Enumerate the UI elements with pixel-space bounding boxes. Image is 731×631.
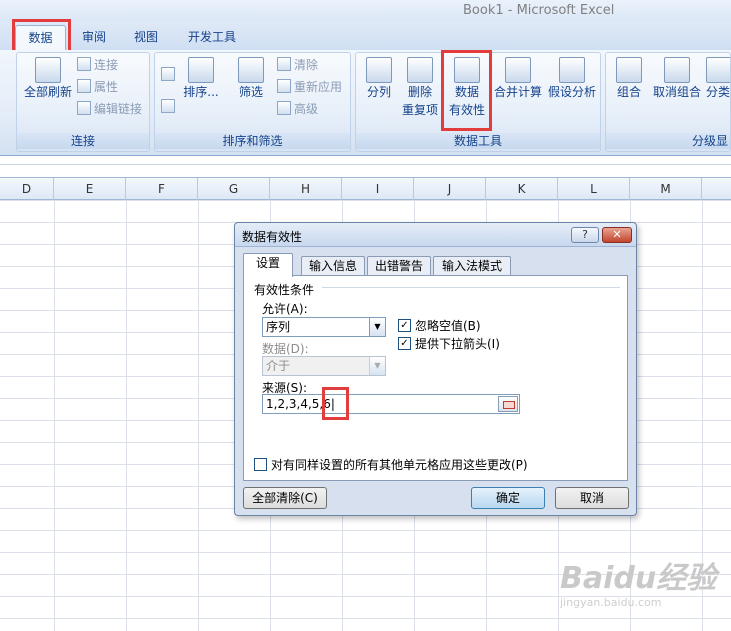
dropdown-arrow-checkbox[interactable]: ✓ bbox=[398, 337, 411, 350]
dropdown-arrow-label: 提供下拉箭头(I) bbox=[415, 337, 500, 351]
advanced-button[interactable]: 高级 bbox=[277, 99, 318, 119]
tab-settings[interactable]: 设置 bbox=[243, 253, 293, 277]
baidu-watermark-logo: Baidu经验 bbox=[560, 561, 717, 596]
column-header-k[interactable]: K bbox=[486, 178, 558, 200]
refresh-icon bbox=[35, 57, 61, 83]
ignore-blank-checkbox[interactable]: ✓ bbox=[398, 319, 411, 332]
column-headers: D E F G H I J K L M bbox=[0, 178, 731, 200]
ribbon: 全部刷新 连接 属性 编辑链接 连接 排序... 筛选 清除 重新应用 高级 排… bbox=[0, 50, 731, 156]
consolidate-icon bbox=[505, 57, 531, 83]
properties-button[interactable]: 属性 bbox=[77, 77, 118, 97]
advanced-filter-icon bbox=[277, 101, 291, 115]
reapply-button[interactable]: 重新应用 bbox=[277, 77, 342, 97]
tab-review[interactable]: 审阅 bbox=[72, 25, 116, 50]
group-connections: 全部刷新 连接 属性 编辑链接 连接 bbox=[16, 52, 150, 152]
column-header-l[interactable]: L bbox=[558, 178, 630, 200]
column-header-h[interactable]: H bbox=[270, 178, 342, 200]
group-button[interactable]: 组合 bbox=[612, 57, 646, 101]
clear-button[interactable]: 清除 bbox=[277, 55, 318, 75]
help-button[interactable]: ? bbox=[571, 227, 599, 243]
validation-criteria-heading: 有效性条件 bbox=[254, 283, 315, 297]
text-to-columns-icon bbox=[366, 57, 392, 83]
ok-button[interactable]: 确定 bbox=[471, 487, 545, 509]
reapply-icon bbox=[277, 79, 291, 93]
apply-all-checkbox[interactable] bbox=[254, 458, 267, 471]
sort-ascending-button[interactable] bbox=[161, 65, 178, 85]
cancel-button[interactable]: 取消 bbox=[555, 487, 629, 509]
tab-error-alert[interactable]: 出错警告 bbox=[367, 256, 431, 276]
collapse-dialog-icon[interactable] bbox=[498, 396, 518, 412]
tab-ime-mode[interactable]: 输入法模式 bbox=[433, 256, 511, 276]
dialog-title-bar: 数据有效性 ? ✕ bbox=[235, 223, 636, 247]
tab-developer[interactable]: 开发工具 bbox=[178, 25, 246, 50]
data-validation-icon bbox=[454, 57, 480, 83]
clear-filter-icon bbox=[277, 57, 291, 71]
column-header-g[interactable]: G bbox=[198, 178, 270, 200]
sort-button[interactable]: 排序... bbox=[183, 57, 219, 101]
chevron-down-icon[interactable]: ▼ bbox=[369, 318, 385, 336]
column-header-e[interactable]: E bbox=[54, 178, 126, 200]
chevron-down-icon-disabled: ▼ bbox=[369, 357, 385, 375]
group-label-data-tools: 数据工具 bbox=[356, 133, 600, 149]
close-button[interactable]: ✕ bbox=[602, 227, 632, 243]
sort-descending-button[interactable] bbox=[161, 97, 178, 117]
data-label: 数据(D): bbox=[262, 342, 309, 356]
column-header-i[interactable]: I bbox=[342, 178, 414, 200]
source-input[interactable]: 1,2,3,4,5,6| bbox=[262, 394, 520, 414]
allow-label: 允许(A): bbox=[262, 302, 308, 316]
connections-icon bbox=[77, 57, 91, 71]
filter-button[interactable]: 筛选 bbox=[231, 57, 271, 101]
group-sort-filter: 排序... 筛选 清除 重新应用 高级 排序和筛选 bbox=[154, 52, 351, 152]
properties-icon bbox=[77, 79, 91, 93]
ungroup-button[interactable]: 取消组合 bbox=[650, 57, 704, 101]
window-title: Book1 - Microsoft Excel bbox=[463, 3, 615, 18]
subtotal-button[interactable]: 分类 bbox=[706, 57, 730, 101]
tab-data[interactable]: 数据 bbox=[15, 25, 66, 50]
ungroup-icon bbox=[664, 57, 690, 83]
data-validation-dialog: 数据有效性 ? ✕ 设置 输入信息 出错警告 输入法模式 有效性条件 允许(A)… bbox=[234, 222, 637, 516]
clear-all-button[interactable]: 全部清除(C) bbox=[243, 487, 327, 509]
group-outline: 组合 取消组合 分类 分级显 bbox=[605, 52, 731, 152]
consolidate-button[interactable]: 合并计算 bbox=[492, 57, 544, 101]
data-validation-button[interactable]: 数据 有效性 bbox=[444, 57, 490, 119]
baidu-watermark-url: jingyan.baidu.com bbox=[560, 596, 662, 609]
what-if-analysis-button[interactable]: 假设分析 bbox=[544, 57, 600, 101]
refresh-all-label: 全部刷新 bbox=[23, 85, 72, 99]
remove-duplicates-icon bbox=[407, 57, 433, 83]
data-operator-select: 介于 ▼ bbox=[262, 356, 386, 376]
column-header-j[interactable]: J bbox=[414, 178, 486, 200]
settings-panel: 有效性条件 允许(A): 序列 ▼ ✓ 忽略空值(B) ✓ 提供下拉箭头(I) … bbox=[243, 275, 628, 481]
apply-all-label: 对有同样设置的所有其他单元格应用这些更改(P) bbox=[271, 458, 528, 472]
column-header-f[interactable]: F bbox=[126, 178, 198, 200]
edit-links-button[interactable]: 编辑链接 bbox=[77, 99, 142, 119]
sort-ascending-icon bbox=[161, 67, 175, 81]
group-label-outline: 分级显 bbox=[606, 133, 730, 149]
sort-icon bbox=[188, 57, 214, 83]
tab-input-message[interactable]: 输入信息 bbox=[301, 256, 365, 276]
group-icon bbox=[616, 57, 642, 83]
refresh-all-button[interactable]: 全部刷新 bbox=[21, 57, 75, 101]
column-header-m[interactable]: M bbox=[630, 178, 702, 200]
connections-button[interactable]: 连接 bbox=[77, 55, 118, 75]
subtotal-icon bbox=[706, 57, 730, 83]
what-if-icon bbox=[559, 57, 585, 83]
tab-view[interactable]: 视图 bbox=[124, 25, 168, 50]
title-bar: Book1 - Microsoft Excel bbox=[0, 0, 731, 22]
group-data-tools: 分列 删除 重复项 数据 有效性 合并计算 假设分析 数据工具 bbox=[355, 52, 601, 152]
filter-funnel-icon bbox=[238, 57, 264, 83]
group-label-connections: 连接 bbox=[17, 133, 149, 149]
column-header-d[interactable]: D bbox=[0, 178, 54, 200]
ignore-blank-label: 忽略空值(B) bbox=[415, 319, 481, 333]
text-to-columns-button[interactable]: 分列 bbox=[360, 57, 398, 101]
edit-links-icon bbox=[77, 101, 91, 115]
formula-bar-area bbox=[0, 156, 731, 178]
ribbon-tabs: 数据 审阅 视图 开发工具 bbox=[0, 22, 731, 50]
allow-select[interactable]: 序列 ▼ bbox=[262, 317, 386, 337]
sort-descending-icon bbox=[161, 99, 175, 113]
remove-duplicates-button[interactable]: 删除 重复项 bbox=[400, 57, 440, 119]
group-label-sort-filter: 排序和筛选 bbox=[155, 133, 350, 149]
dialog-title: 数据有效性 bbox=[242, 230, 303, 244]
